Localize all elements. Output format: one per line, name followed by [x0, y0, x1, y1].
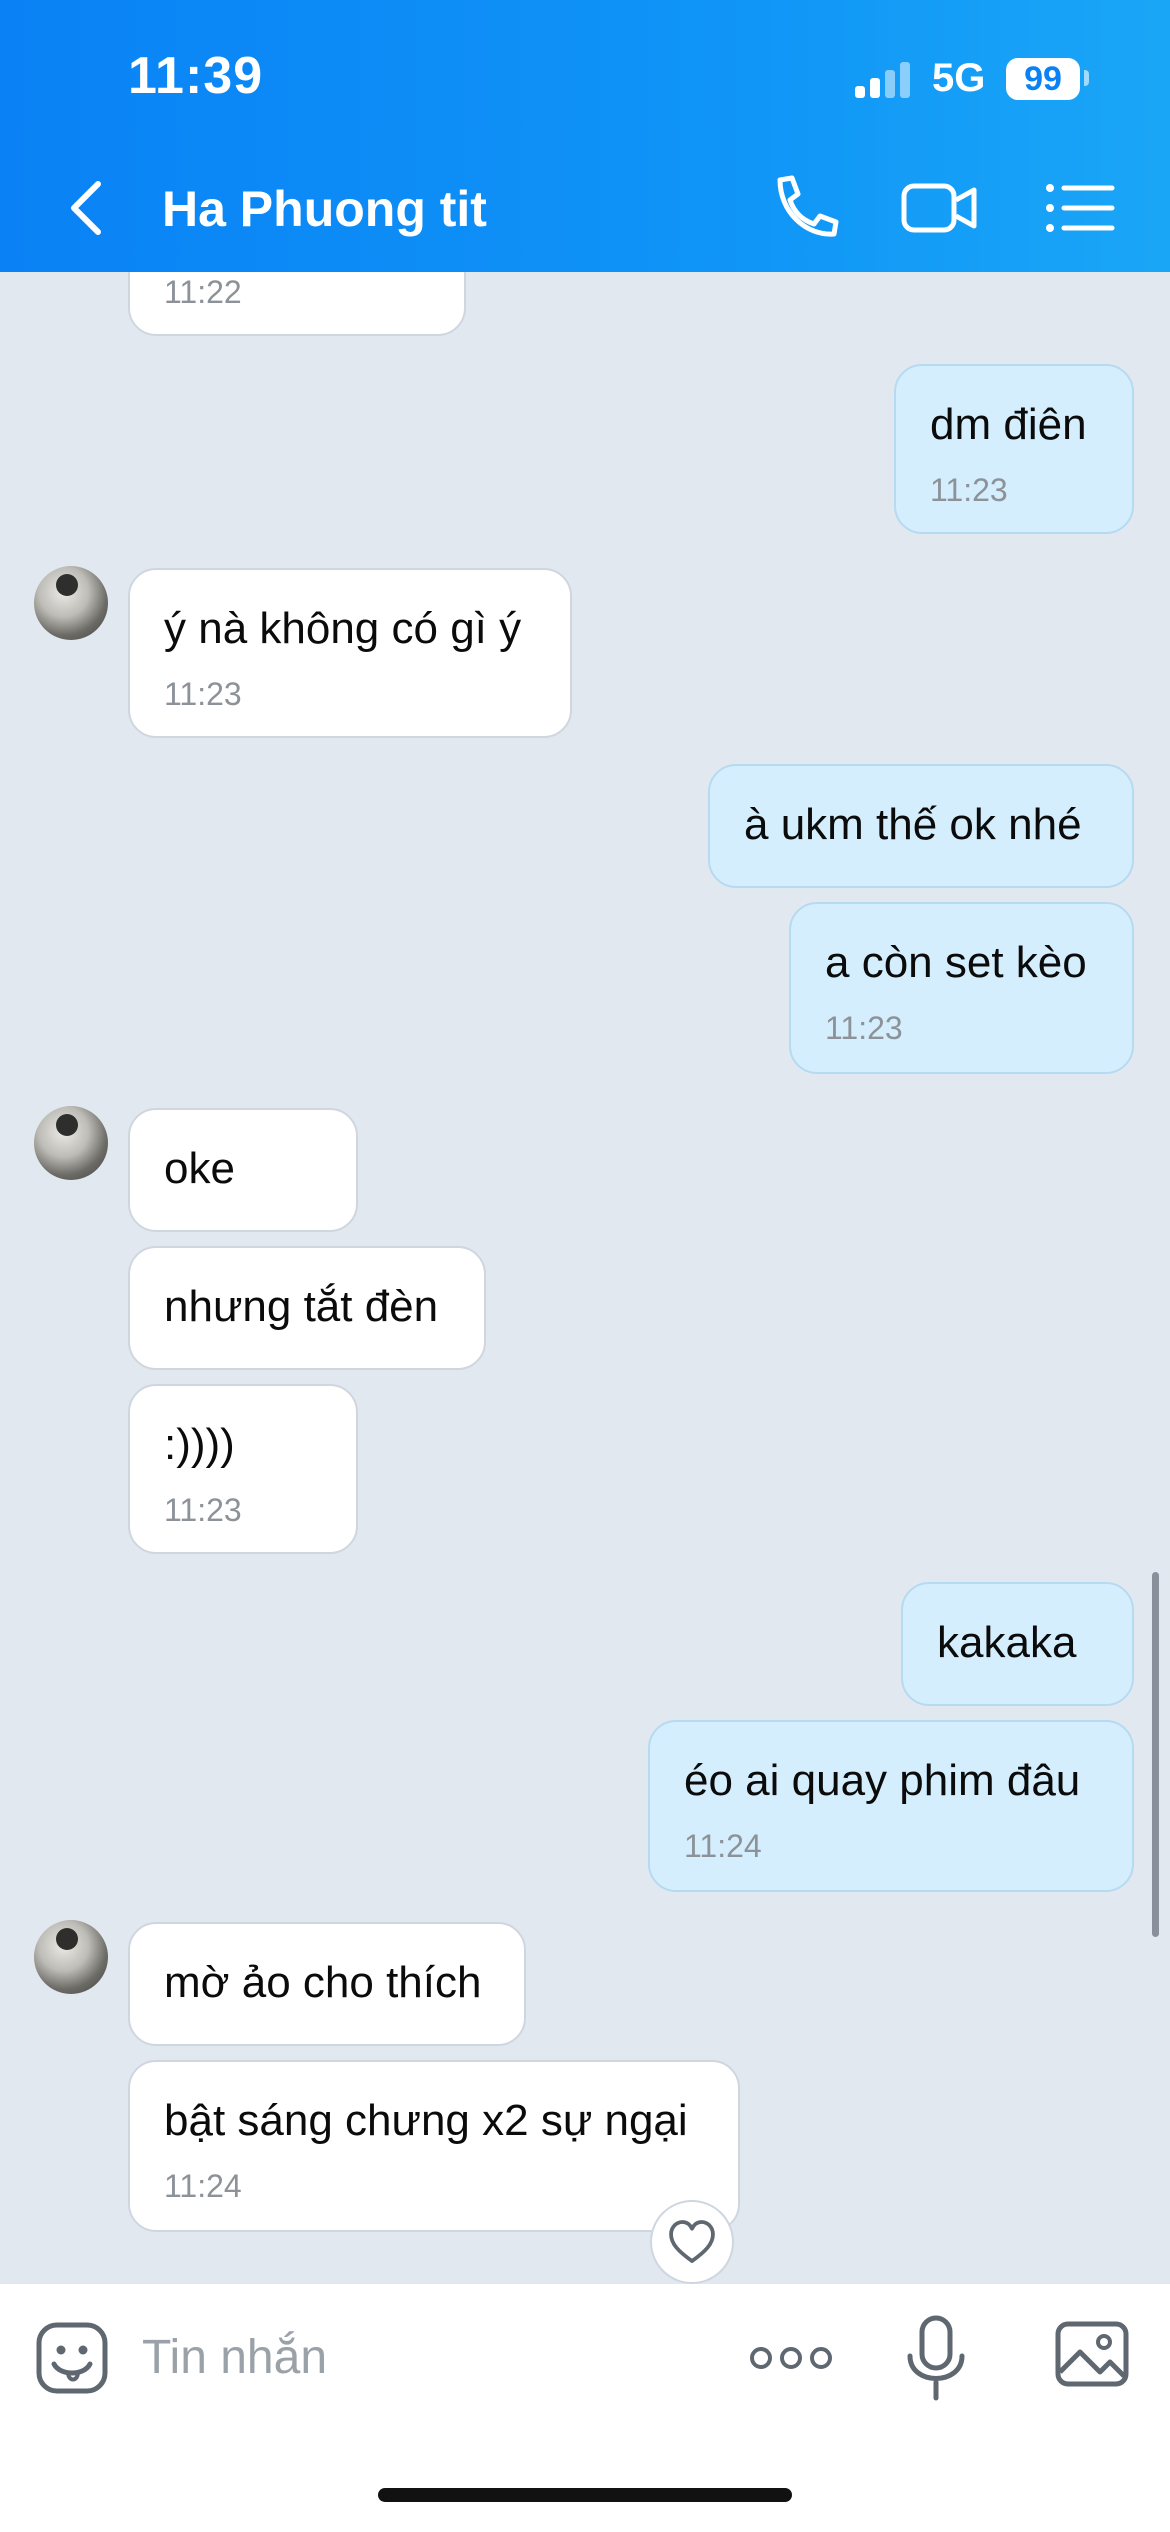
message-incoming[interactable]: ý nà không có gì ý 11:23: [128, 568, 572, 738]
message-text: dm điên: [930, 400, 1087, 449]
message-text: kakaka: [937, 1618, 1077, 1667]
home-indicator: [378, 2488, 792, 2502]
avatar[interactable]: [34, 1106, 108, 1180]
message-time: 11:23: [930, 472, 1008, 508]
message-incoming[interactable]: nhưng tắt đèn: [128, 1246, 486, 1370]
chevron-left-icon[interactable]: [60, 178, 120, 238]
heart-icon: [669, 2220, 715, 2263]
message-text: mờ ảo cho thích: [164, 1958, 482, 2007]
phone-icon[interactable]: [766, 172, 846, 244]
message-text: a còn set kèo: [825, 938, 1087, 987]
message-text: éo ai quay phim đâu: [684, 1756, 1081, 1805]
scrollbar[interactable]: [1152, 1572, 1159, 1937]
image-icon[interactable]: [1054, 2318, 1130, 2390]
message-outgoing[interactable]: a còn set kèo 11:23: [789, 902, 1134, 1074]
message-outgoing[interactable]: dm điên 11:23: [894, 364, 1134, 534]
avatar[interactable]: [34, 1920, 108, 1994]
message-text: bật sáng chưng x2 sự ngại: [164, 2096, 688, 2145]
more-dots-icon[interactable]: [748, 2336, 834, 2380]
message-incoming[interactable]: mờ ảo cho thích: [128, 1922, 526, 2046]
message-input[interactable]: Tin nhắn: [142, 2330, 327, 2385]
message-incoming[interactable]: :)))) 11:23: [128, 1384, 358, 1554]
video-camera-icon[interactable]: [900, 172, 980, 244]
battery-level: 99: [1006, 58, 1080, 100]
list-icon[interactable]: [1040, 172, 1120, 244]
message-time: 11:23: [825, 1010, 903, 1046]
message-time: 11:22: [164, 274, 242, 310]
signal-icon: [855, 62, 915, 98]
message-time: 11:23: [164, 676, 242, 712]
message-time: 11:23: [164, 1492, 242, 1528]
message-text: :)))): [164, 1420, 235, 1469]
status-time: 11:39: [128, 47, 264, 105]
message-incoming[interactable]: bật sáng chưng x2 sự ngại 11:24: [128, 2060, 740, 2232]
message-text: ý nà không có gì ý: [164, 604, 522, 653]
message-text: nhưng tắt đèn: [164, 1282, 439, 1331]
message-incoming[interactable]: oke: [128, 1108, 358, 1232]
battery-tip: [1084, 70, 1089, 86]
message-outgoing[interactable]: kakaka: [901, 1582, 1134, 1706]
avatar[interactable]: [34, 566, 108, 640]
sticker-icon[interactable]: [34, 2320, 110, 2396]
chat-header: 11:39 5G 99 Ha Phuong tit: [0, 0, 1170, 272]
reaction-button[interactable]: [650, 2200, 734, 2284]
network-type: 5G: [932, 56, 986, 100]
message-outgoing[interactable]: à ukm thế ok nhé: [708, 764, 1134, 888]
message-outgoing[interactable]: éo ai quay phim đâu 11:24: [648, 1720, 1134, 1892]
message-time: 11:24: [684, 1828, 762, 1864]
message-text: oke: [164, 1144, 235, 1193]
message-text: à ukm thế ok nhé: [744, 800, 1082, 849]
contact-name[interactable]: Ha Phuong tit: [162, 180, 487, 238]
microphone-icon[interactable]: [900, 2312, 972, 2404]
message-time: 11:24: [164, 2168, 242, 2204]
